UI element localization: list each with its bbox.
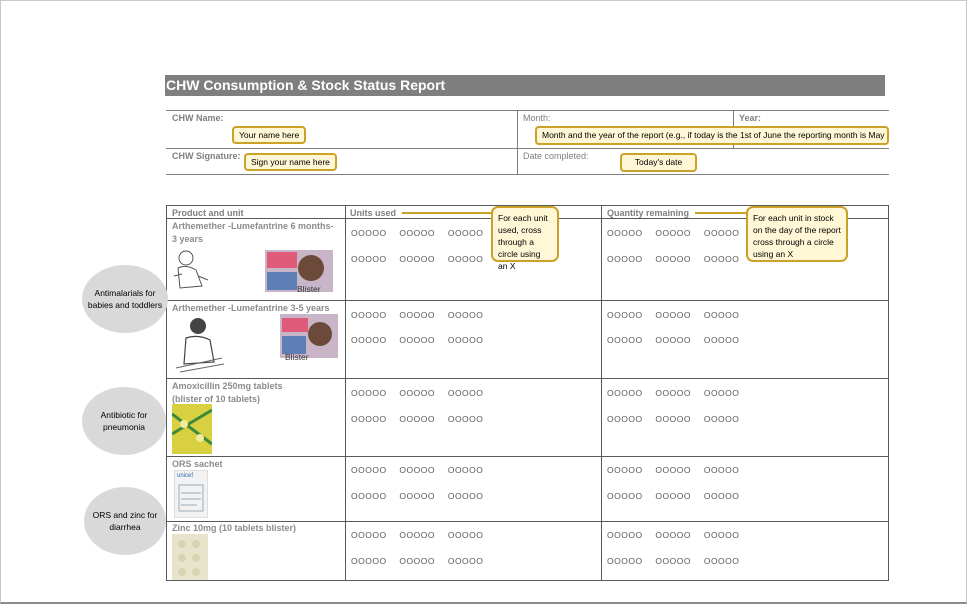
remaining-circles[interactable]: OOOOO OOOOO OOOOO: [607, 335, 739, 345]
used-circles[interactable]: OOOOO OOOOO OOOOO: [351, 556, 483, 566]
remaining-circles[interactable]: OOOOO OOOOO OOOOO: [607, 414, 739, 424]
col-divider: [345, 205, 346, 581]
remaining-circles[interactable]: OOOOO OOOOO OOOOO: [607, 388, 739, 398]
remaining-circles[interactable]: OOOOO OOOOO OOOOO: [607, 556, 739, 566]
header-bottom-line: [166, 174, 889, 175]
row-divider: [166, 300, 889, 301]
remaining-circles[interactable]: OOOOO OOOOO OOOOO: [607, 254, 739, 264]
category-antibiotic: Antibiotic for pneumonia: [82, 387, 166, 455]
remaining-circles[interactable]: OOOOO OOOOO OOOOO: [607, 530, 739, 540]
used-circles[interactable]: OOOOO OOOOO OOOOO: [351, 310, 483, 320]
product-name: Amoxicillin 250mg tablets (blister of 10 …: [172, 381, 283, 404]
remaining-circles[interactable]: OOOOO OOOOO OOOOO: [607, 465, 739, 475]
used-circles[interactable]: OOOOO OOOOO OOOOO: [351, 254, 483, 264]
used-circles[interactable]: OOOOO OOOOO OOOOO: [351, 335, 483, 345]
used-circles[interactable]: OOOOO OOOOO OOOOO: [351, 491, 483, 501]
zinc-blister-image: [172, 534, 208, 580]
remaining-circles[interactable]: OOOOO OOOOO OOOOO: [607, 491, 739, 501]
ors-sachet-image: unicef: [174, 470, 208, 518]
col-header-product: Product and unit: [172, 208, 244, 218]
row-divider: [166, 456, 889, 457]
amoxicillin-blister-image: [172, 404, 212, 454]
baby-sketch-image: [172, 246, 212, 292]
col-divider: [601, 205, 602, 581]
header-mid-line: [166, 148, 889, 149]
category-ors-zinc: ORS and zinc for diarrhea: [84, 487, 166, 555]
used-circles[interactable]: OOOOO OOOOO OOOOO: [351, 530, 483, 540]
signature-field[interactable]: Sign your name here: [244, 153, 337, 171]
header-divider: [517, 110, 518, 174]
month-year-field[interactable]: Month and the year of the report (e.g., …: [535, 126, 889, 145]
remaining-circles[interactable]: OOOOO OOOOO OOOOO: [607, 310, 739, 320]
used-circles[interactable]: OOOOO OOOOO OOOOO: [351, 465, 483, 475]
remaining-note-pointer: [695, 212, 747, 214]
row-divider: [166, 378, 889, 379]
remaining-circles[interactable]: OOOOO OOOOO OOOOO: [607, 228, 739, 238]
month-label: Month:: [523, 113, 551, 123]
chw-name-field[interactable]: Your name here: [232, 126, 307, 144]
used-note-pointer: [402, 212, 492, 214]
year-label: Year:: [739, 113, 762, 123]
signature-label: CHW Signature:: [172, 151, 241, 161]
chw-name-label: CHW Name:: [172, 113, 224, 123]
date-completed-label: Date completed:: [523, 151, 589, 161]
used-circles[interactable]: OOOOO OOOOO OOOOO: [351, 414, 483, 424]
used-circles[interactable]: OOOOO OOOOO OOOOO: [351, 228, 483, 238]
used-circles[interactable]: OOOOO OOOOO OOOOO: [351, 388, 483, 398]
report-title: CHW Consumption & Stock Status Report: [166, 77, 446, 93]
col-header-used: Units used: [350, 208, 397, 218]
toddler-sketch-image: [172, 314, 228, 374]
col-header-remaining: Quantity remaining: [607, 208, 690, 218]
product-name: Arthemether -Lumefantrine 6 months- 3 yea…: [172, 221, 334, 244]
used-note: For each unit used, cross through a circ…: [491, 206, 559, 271]
remaining-note: For each unit in stock on the day of the…: [746, 206, 848, 262]
blister-label: Blister: [285, 352, 309, 362]
category-antimalarials: Antimalarials for babies and toddlers: [82, 265, 168, 333]
header-top-line: [166, 110, 889, 111]
blister-label: Blister: [297, 284, 321, 294]
date-completed-field[interactable]: Today's date: [620, 153, 697, 172]
